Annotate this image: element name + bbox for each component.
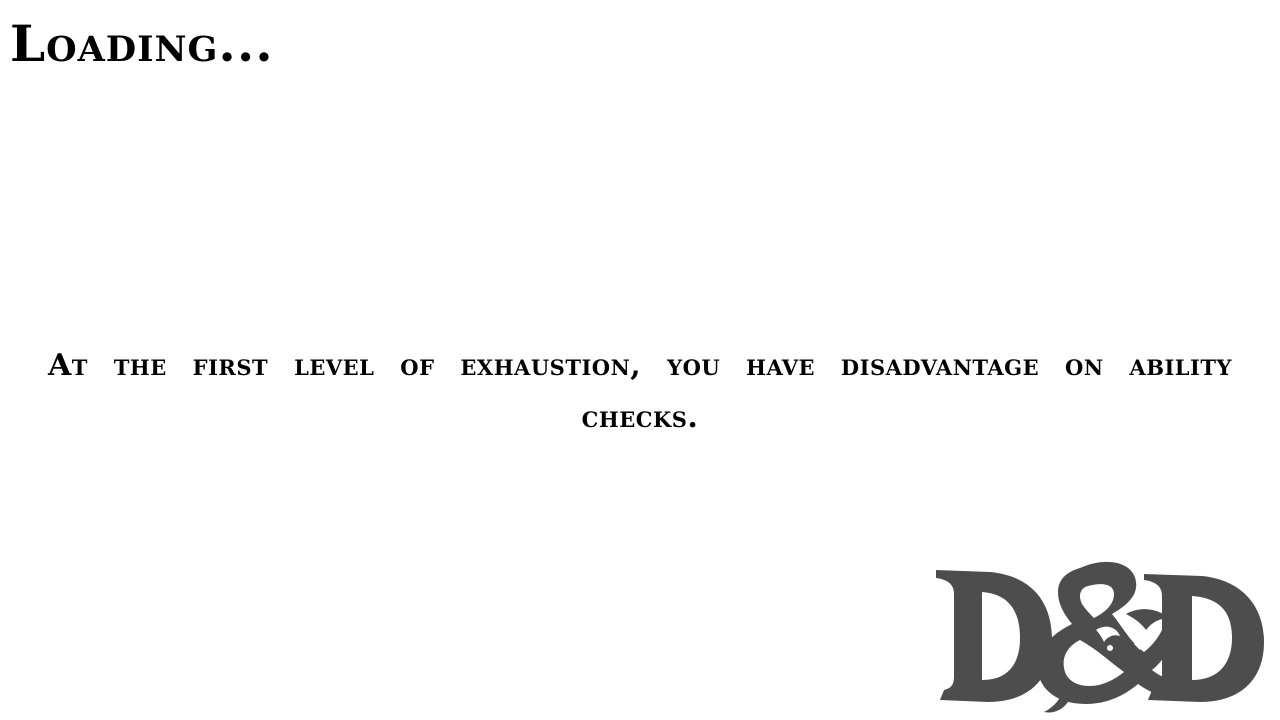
loading-title: Loading... [10,14,274,73]
loading-tip: At the first level of exhaustion, you ha… [48,348,1232,435]
loading-screen: Loading... At the first level of exhaust… [0,0,1280,720]
dnd-logo-icon [930,552,1272,714]
